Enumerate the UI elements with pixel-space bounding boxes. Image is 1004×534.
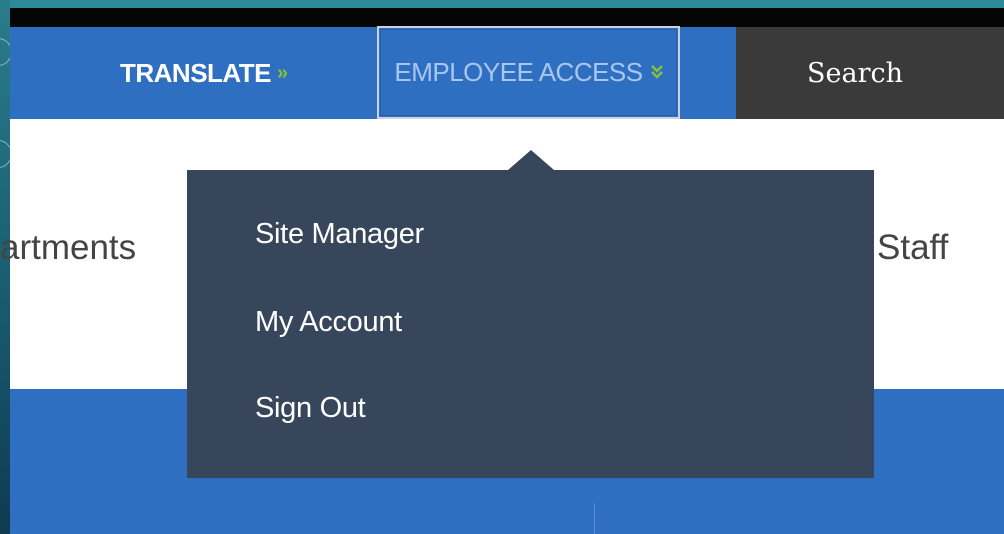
translate-label: TRANSLATE xyxy=(120,57,272,88)
main-nav-item-staff[interactable]: Staff xyxy=(877,228,948,268)
menu-item-my-account[interactable]: My Account xyxy=(255,306,402,339)
employee-access-label: EMPLOYEE ACCESS xyxy=(394,57,643,87)
employee-access-dropdown: Site Manager My Account Sign Out xyxy=(187,170,874,478)
double-chevron-right-icon: » xyxy=(277,61,288,84)
search-button[interactable]: Search xyxy=(736,27,1004,119)
window-frame-top xyxy=(0,0,1004,8)
main-nav-item-departments[interactable]: artments xyxy=(0,228,136,268)
double-chevron-down-icon xyxy=(650,64,663,82)
search-label: Search xyxy=(807,57,903,89)
menu-item-sign-out[interactable]: Sign Out xyxy=(255,392,366,425)
top-utility-bar xyxy=(10,8,1004,27)
caret-up-icon xyxy=(508,150,554,170)
browser-viewport: TRANSLATE » EMPLOYEE ACCESS Search artme… xyxy=(0,0,1004,534)
translate-link[interactable]: TRANSLATE » xyxy=(120,27,288,119)
double-chevron-down-icon-svg xyxy=(650,64,663,79)
employee-access-button[interactable]: EMPLOYEE ACCESS xyxy=(377,26,680,119)
menu-item-site-manager[interactable]: Site Manager xyxy=(255,218,424,251)
hero-divider xyxy=(594,503,595,534)
